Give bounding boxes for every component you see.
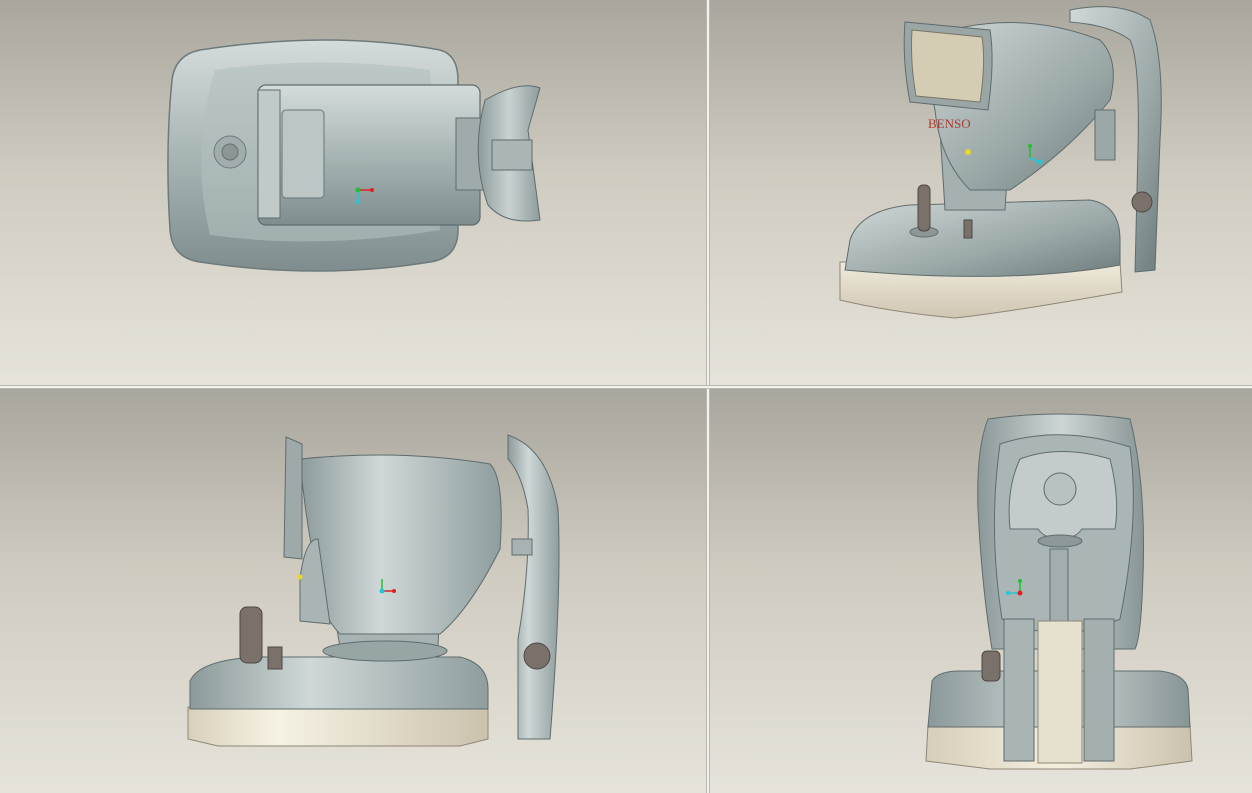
chin-rest-knob — [523, 642, 551, 670]
viewport-front-view[interactable] — [710, 389, 1252, 793]
measuring-head — [299, 454, 502, 635]
viewport-isometric-view[interactable]: BENSO — [710, 0, 1252, 385]
chin-rest-knob — [981, 650, 1001, 682]
base-grey — [844, 199, 1121, 277]
viewport-splitter-horizontal[interactable] — [0, 385, 1252, 389]
viewport-top-view[interactable] — [0, 0, 706, 385]
model-isometric-view: BENSO — [839, 6, 1162, 319]
brand-label: BENSO — [928, 116, 971, 131]
joystick — [239, 606, 263, 664]
lcd-screen-edge — [283, 436, 303, 560]
chin-rest-knob — [1131, 191, 1153, 213]
model-side-view — [187, 434, 560, 747]
base-plate — [187, 706, 489, 747]
chin-rest-arm — [507, 434, 560, 740]
lcd-display — [911, 29, 985, 103]
viewport-side-view[interactable] — [0, 389, 706, 793]
base-grey — [189, 656, 489, 710]
model-front-view — [925, 413, 1193, 770]
model-top-view — [167, 39, 541, 272]
viewport-splitter-vertical[interactable] — [706, 0, 710, 793]
joystick — [917, 184, 931, 232]
